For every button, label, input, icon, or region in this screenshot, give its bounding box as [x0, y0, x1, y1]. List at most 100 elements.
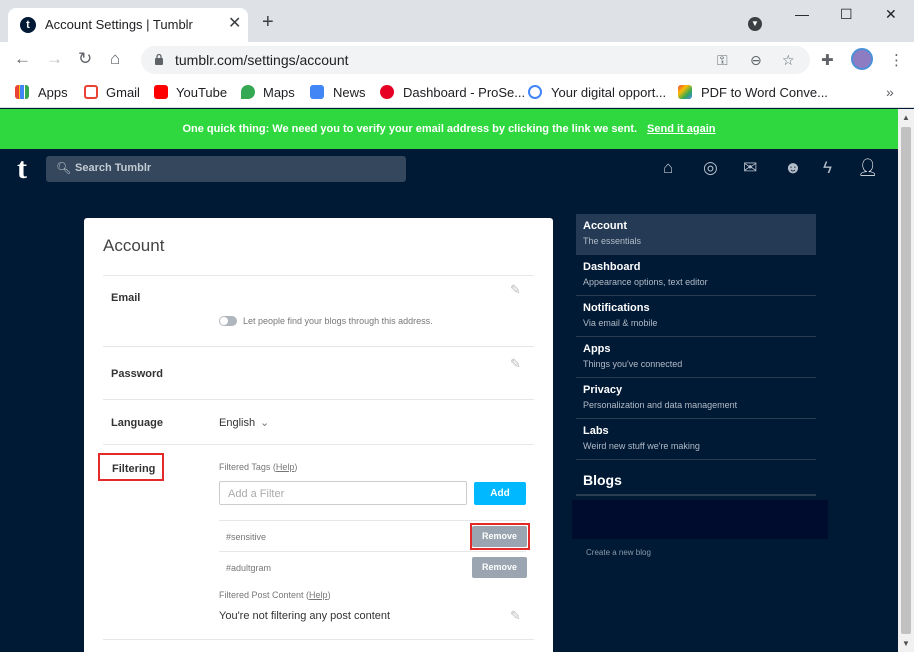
inbox-mail-icon[interactable]: ✉: [743, 159, 757, 177]
pdf-icon: [678, 85, 692, 99]
bookmark-gmail[interactable]: Gmail: [106, 85, 140, 100]
bookmark-apps[interactable]: Apps: [38, 85, 68, 100]
blogs-heading: Blogs: [583, 472, 622, 488]
sidebar-item-account[interactable]: Account The essentials: [576, 214, 816, 255]
divider: [103, 275, 534, 276]
maps-icon: [241, 85, 255, 99]
bookmark-dashboard[interactable]: Dashboard - ProSe...: [403, 85, 525, 100]
explore-compass-icon[interactable]: ◎: [703, 159, 718, 177]
google-icon: [528, 85, 542, 99]
bookmark-star-icon[interactable]: ☆: [782, 52, 795, 69]
maximize-icon[interactable]: ☐: [840, 6, 853, 23]
tab-title: Account Settings | Tumblr: [45, 17, 193, 32]
filtering-label: Filtering: [112, 463, 156, 475]
verify-email-banner: One quick thing: We need you to verify y…: [0, 109, 898, 149]
minimize-icon[interactable]: —: [795, 6, 809, 22]
password-label: Password: [111, 368, 163, 380]
scroll-thumb[interactable]: [901, 127, 911, 634]
browser-toolbar: ← → ↻ ⌂ tumblr.com/settings/account ⚿ ⊖ …: [0, 42, 914, 78]
zoom-icon[interactable]: ⊖: [750, 52, 762, 69]
help-link[interactable]: Help: [309, 590, 328, 600]
sidebar-item-title: Notifications: [583, 302, 650, 314]
search-placeholder: Search Tumblr: [75, 162, 152, 174]
tag-text: #sensitive: [226, 532, 267, 542]
bookmark-maps[interactable]: Maps: [263, 85, 295, 100]
tumblr-favicon-icon: t: [20, 17, 36, 33]
extensions-icon[interactable]: ✚: [821, 51, 834, 69]
sidebar-item-privacy[interactable]: Privacy Personalization and data managem…: [576, 378, 816, 419]
toggle-description: Let people find your blogs through this …: [243, 316, 433, 326]
tag-text: #adultgram: [226, 563, 272, 573]
send-again-link[interactable]: Send it again: [647, 123, 715, 135]
edit-email-pencil-icon[interactable]: ✎: [510, 282, 521, 298]
sidebar-item-title: Account: [583, 220, 627, 232]
tab-search-icon[interactable]: ▼: [748, 17, 762, 31]
chevron-down-icon[interactable]: ⌄: [260, 416, 269, 429]
profile-avatar[interactable]: [851, 48, 873, 70]
account-person-icon[interactable]: 👤︎: [857, 159, 879, 177]
remove-highlight-box: [470, 523, 530, 550]
home-nav-icon[interactable]: ⌂: [663, 159, 673, 177]
tumblr-logo[interactable]: t: [17, 152, 27, 186]
filter-placeholder: Add a Filter: [228, 488, 285, 500]
filtered-post-label: Filtered Post Content (Help): [219, 590, 331, 600]
divider: [103, 444, 534, 445]
close-tab-icon[interactable]: ✕: [228, 16, 241, 32]
menu-icon[interactable]: ⋮: [889, 51, 904, 69]
sidebar-item-subtitle: Weird new stuff we're making: [583, 441, 700, 451]
page-scrollbar[interactable]: ▲ ▼: [898, 109, 914, 652]
forward-icon[interactable]: →: [46, 50, 63, 68]
add-filter-input[interactable]: Add a Filter: [219, 481, 467, 505]
browser-tab[interactable]: t Account Settings | Tumblr ✕: [8, 8, 248, 42]
sidebar-item-apps[interactable]: Apps Things you've connected: [576, 337, 816, 378]
blog-list-item[interactable]: [572, 500, 828, 539]
language-label: Language: [111, 417, 163, 429]
page-title: Account: [103, 236, 165, 255]
sidebar-item-subtitle: Personalization and data management: [583, 400, 738, 410]
add-filter-button[interactable]: Add: [474, 482, 526, 505]
activity-lightning-icon[interactable]: ϟ: [823, 159, 832, 177]
sidebar-item-subtitle: Appearance options, text editor: [583, 277, 708, 287]
password-key-icon[interactable]: ⚿: [717, 52, 728, 69]
edit-post-filter-pencil-icon[interactable]: ✎: [510, 608, 521, 624]
messaging-smiley-icon[interactable]: ☻: [784, 159, 802, 177]
bookmark-youtube[interactable]: YouTube: [176, 85, 227, 100]
address-bar[interactable]: tumblr.com/settings/account ⚿ ⊖ ☆: [141, 46, 810, 74]
email-label: Email: [111, 292, 141, 304]
pinterest-icon: [380, 85, 394, 99]
remove-tag-button[interactable]: Remove: [472, 557, 527, 578]
scroll-down-icon[interactable]: ▼: [902, 639, 910, 648]
divider: [103, 346, 534, 347]
sidebar-item-title: Privacy: [583, 384, 623, 396]
divider: [103, 639, 534, 640]
post-content-status: You're not filtering any post content: [219, 610, 391, 622]
filtered-tag-row: #adultgram Remove: [219, 551, 527, 582]
help-link[interactable]: Help: [276, 462, 295, 472]
sidebar-item-title: Labs: [583, 425, 609, 437]
divider: [576, 494, 816, 496]
filtering-highlight-box: Filtering: [98, 453, 164, 481]
lock-icon: [155, 53, 163, 65]
find-by-email-toggle[interactable]: [219, 316, 237, 326]
more-bookmarks-icon[interactable]: »: [886, 84, 894, 100]
bookmark-pdf[interactable]: PDF to Word Conve...: [701, 85, 828, 100]
youtube-icon: [154, 85, 168, 99]
edit-password-pencil-icon[interactable]: ✎: [510, 356, 521, 372]
search-input[interactable]: 🔍︎ Search Tumblr: [46, 156, 406, 182]
close-window-icon[interactable]: ✕: [885, 6, 897, 23]
bookmark-news[interactable]: News: [333, 85, 366, 100]
sidebar-item-subtitle: Things you've connected: [583, 359, 683, 369]
new-tab-icon[interactable]: +: [262, 12, 274, 32]
sidebar-item-notifications[interactable]: Notifications Via email & mobile: [576, 296, 816, 337]
back-icon[interactable]: ←: [14, 50, 31, 68]
home-icon[interactable]: ⌂: [110, 50, 120, 68]
sidebar-item-labs[interactable]: Labs Weird new stuff we're making: [576, 419, 816, 460]
language-select[interactable]: English: [219, 417, 255, 429]
sidebar-item-dashboard[interactable]: Dashboard Appearance options, text edito…: [576, 255, 816, 296]
gmail-icon: [84, 85, 98, 99]
create-blog-link[interactable]: Create a new blog: [586, 548, 651, 557]
bookmark-digital[interactable]: Your digital opport...: [551, 85, 666, 100]
sidebar-item-subtitle: The essentials: [583, 236, 642, 246]
scroll-up-icon[interactable]: ▲: [902, 113, 910, 122]
reload-icon[interactable]: ↻: [78, 50, 92, 68]
